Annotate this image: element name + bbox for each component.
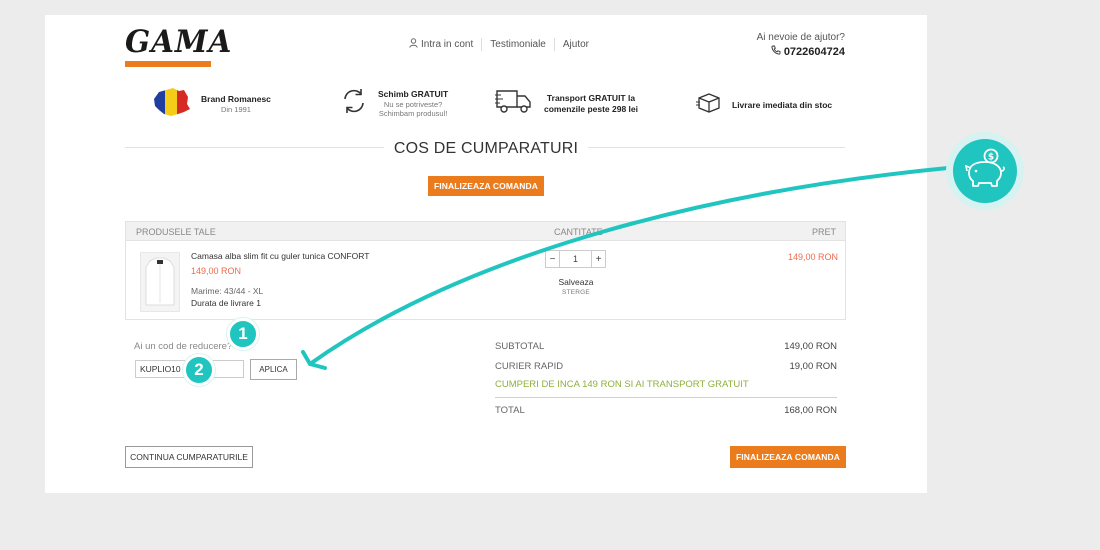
truck-icon bbox=[495, 87, 533, 120]
phone-link[interactable]: 0722604724 bbox=[757, 45, 845, 58]
benefit-delivery: Livrare imediata din stoc bbox=[696, 92, 832, 119]
refresh-icon bbox=[340, 87, 368, 120]
phone-number: 0722604724 bbox=[783, 45, 845, 58]
shipping-label: CURIER RAPID bbox=[495, 361, 564, 372]
totals-divider bbox=[495, 397, 837, 398]
product-image[interactable] bbox=[140, 252, 180, 312]
benefit-exchange-title: Schimb GRATUIT bbox=[378, 88, 449, 99]
benefit-transport-title: Transport GRATUIT la comenzile peste 298… bbox=[543, 92, 639, 114]
delete-link[interactable]: STERGE bbox=[545, 289, 607, 296]
help-label: Ai nevoie de ajutor? bbox=[756, 32, 845, 43]
product-delivery: Durata de livrare 1 bbox=[191, 298, 261, 308]
checkout-button-top[interactable]: FINALIZEAZA COMANDA bbox=[428, 176, 544, 196]
benefit-brand: Brand Romanesc Din 1991 bbox=[151, 87, 271, 122]
step-badge-1: 1 bbox=[227, 318, 259, 350]
piggy-bank-badge: $ bbox=[946, 132, 1024, 210]
page-title-text: COS DE CUMPARATURI bbox=[383, 140, 589, 157]
shipping-value: 19,00 RON bbox=[789, 361, 837, 372]
apply-coupon-button[interactable]: APLICA bbox=[250, 359, 297, 380]
cart-header: PRODUSELE TALE CANTITATE PRET bbox=[126, 222, 845, 241]
increase-button[interactable]: + bbox=[591, 250, 606, 268]
product-meta: Marime: 43/44 - XL Durata de livrare 1 bbox=[191, 285, 263, 309]
continue-shopping-button[interactable]: CONTINUA CUMPARATURILE bbox=[125, 446, 253, 468]
benefit-transport: Transport GRATUIT la comenzile peste 298… bbox=[495, 87, 639, 120]
box-icon bbox=[696, 92, 722, 119]
logo-text: GAMA bbox=[125, 24, 233, 60]
col-products: PRODUSELE TALE bbox=[136, 227, 216, 237]
nav-testimonials[interactable]: Testimoniale bbox=[482, 39, 554, 50]
step-badge-2: 2 bbox=[183, 354, 215, 386]
save-link[interactable]: Salveaza bbox=[545, 277, 607, 287]
subtotal-row: SUBTOTAL 149,00 RON bbox=[495, 339, 837, 359]
product-size: Marime: 43/44 - XL bbox=[191, 286, 264, 296]
phone-icon bbox=[771, 45, 781, 58]
col-price: PRET bbox=[811, 227, 836, 237]
benefit-exchange: Schimb GRATUIT Nu se potriveste? Schimba… bbox=[340, 87, 448, 120]
cart-table: PRODUSELE TALE CANTITATE PRET Camasa alb… bbox=[125, 221, 846, 320]
gama-logo[interactable]: GAMA bbox=[125, 23, 231, 67]
free-shipping-message: CUMPERI DE INCA 149 RON SI AI TRANSPORT … bbox=[495, 379, 749, 390]
subtotal-label: SUBTOTAL bbox=[495, 341, 545, 352]
col-quantity: CANTITATE bbox=[554, 227, 603, 237]
piggy-bank-icon: $ bbox=[961, 147, 1009, 196]
decrease-button[interactable]: − bbox=[545, 250, 560, 268]
line-total: 149,00 RON bbox=[787, 252, 838, 262]
quantity-value[interactable]: 1 bbox=[560, 250, 591, 268]
nav-help[interactable]: Ajutor bbox=[555, 39, 597, 50]
subtotal-value: 149,00 RON bbox=[784, 341, 837, 352]
user-icon bbox=[409, 38, 418, 51]
benefit-exchange-sub-1: Nu se potriveste? bbox=[383, 99, 443, 109]
quantity-stepper: − 1 + bbox=[545, 250, 606, 268]
top-nav: Intra in cont Testimoniale Ajutor bbox=[401, 38, 597, 51]
romania-map-icon bbox=[151, 87, 191, 122]
benefit-exchange-sub-2: Schimbam produsul! bbox=[378, 109, 448, 118]
nav-testimonials-label: Testimoniale bbox=[490, 39, 546, 50]
shipping-row: CURIER RAPID 19,00 RON bbox=[495, 359, 837, 379]
checkout-button-bottom[interactable]: FINALIZEAZA COMANDA bbox=[730, 446, 846, 468]
cart-page: GAMA Intra in cont Testimoniale Ajutor A… bbox=[45, 15, 927, 493]
benefit-brand-sub: Din 1991 bbox=[220, 105, 251, 115]
page-title: COS DE CUMPARATURI bbox=[45, 140, 927, 158]
benefit-brand-title: Brand Romanesc bbox=[201, 94, 271, 105]
svg-text:$: $ bbox=[988, 152, 994, 162]
product-price: 149,00 RON bbox=[191, 266, 242, 276]
help-contact: Ai nevoie de ajutor? 0722604724 bbox=[757, 32, 845, 58]
benefit-delivery-title: Livrare imediata din stoc bbox=[732, 100, 833, 110]
nav-login-label: Intra in cont bbox=[421, 39, 474, 50]
nav-help-label: Ajutor bbox=[562, 39, 589, 50]
order-totals: SUBTOTAL 149,00 RON CURIER RAPID 19,00 R… bbox=[495, 339, 837, 416]
total-value: 168,00 RON bbox=[784, 405, 837, 416]
product-name[interactable]: Camasa alba slim fit cu guler tunica CON… bbox=[191, 251, 369, 261]
logo-underline bbox=[125, 61, 211, 67]
nav-login[interactable]: Intra in cont bbox=[401, 38, 481, 51]
coupon-label: Ai un cod de reducere? bbox=[134, 341, 233, 352]
total-label: TOTAL bbox=[495, 405, 525, 416]
